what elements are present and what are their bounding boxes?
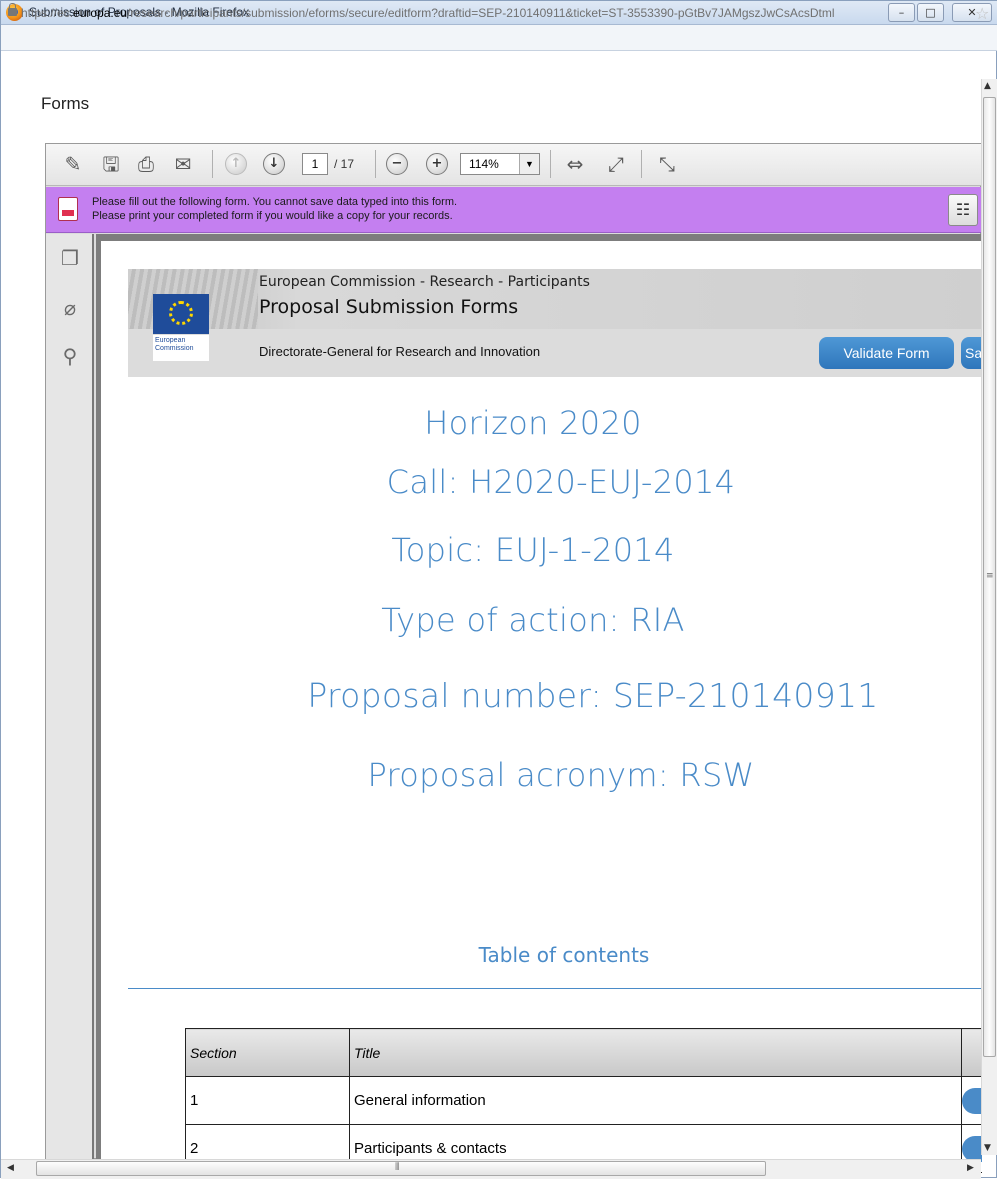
url-path: /research/participants/submission/eforms… bbox=[127, 6, 835, 20]
topic-heading: Topic: EUJ-1-2014 bbox=[391, 531, 675, 569]
url-domain: europa.eu bbox=[73, 6, 128, 20]
zoom-select[interactable]: 114% ▼ bbox=[460, 153, 540, 175]
search-icon[interactable]: ⚲ bbox=[58, 343, 82, 369]
show-section-button[interactable] bbox=[962, 1087, 982, 1114]
url-text[interactable]: https://ec.europa.eu/research/participan… bbox=[21, 6, 971, 20]
horizontal-scroll-thumb[interactable] bbox=[36, 1161, 766, 1176]
toolbar-separator bbox=[550, 150, 551, 178]
url-prefix: https://ec. bbox=[21, 6, 74, 20]
prev-page-icon[interactable]: ↑ bbox=[225, 153, 247, 175]
zoom-value: 114% bbox=[469, 157, 499, 171]
table-header-row: Section Title bbox=[185, 1028, 982, 1077]
lock-icon bbox=[8, 3, 17, 16]
ec-logo-text: European Commission bbox=[153, 335, 209, 361]
fullscreen-icon[interactable]: ⤡ bbox=[655, 151, 679, 177]
toc-table: Section Title 1 General information 2 Pa… bbox=[185, 1028, 982, 1173]
column-header-title: Title bbox=[349, 1028, 962, 1077]
proposal-number-heading: Proposal number: SEP-210140911 bbox=[307, 676, 879, 715]
next-page-icon[interactable]: ↓ bbox=[263, 153, 285, 175]
toolbar-separator bbox=[375, 150, 376, 178]
notice-line-1: Please fill out the following form. You … bbox=[92, 196, 458, 208]
page-title: Forms bbox=[41, 94, 90, 113]
save-form-button[interactable]: Save bbox=[961, 337, 981, 369]
zoom-out-icon[interactable]: − bbox=[386, 153, 408, 175]
scroll-grip-icon: ⦀ bbox=[395, 1162, 400, 1173]
scroll-down-icon[interactable]: ▼ bbox=[984, 1143, 991, 1153]
org-line: European Commission - Research - Partici… bbox=[259, 274, 590, 290]
section-cell: 1 bbox=[185, 1076, 350, 1125]
highlight-fields-icon[interactable]: ☷ bbox=[948, 194, 978, 226]
browser-window: Submission of Proposals - Mozilla Firefo… bbox=[0, 0, 997, 1179]
action-type-heading: Type of action: RIA bbox=[381, 601, 685, 639]
column-header-action bbox=[961, 1028, 982, 1077]
toolbar-separator bbox=[641, 150, 642, 178]
scroll-grip-icon: ≡ bbox=[986, 571, 994, 581]
validate-form-button[interactable]: Validate Form bbox=[819, 337, 954, 369]
proposal-acronym-heading: Proposal acronym: RSW bbox=[367, 756, 755, 794]
table-row: 1 General information bbox=[185, 1076, 982, 1125]
eu-stars-icon bbox=[169, 301, 193, 325]
edit-icon[interactable]: ✎ bbox=[61, 151, 85, 177]
column-header-section: Section bbox=[185, 1028, 350, 1077]
pdf-side-panel bbox=[46, 234, 94, 1159]
programme-heading: Horizon 2020 bbox=[424, 404, 642, 442]
scroll-left-icon[interactable]: ◀ bbox=[7, 1163, 14, 1173]
notice-text: Please fill out the following form. You … bbox=[92, 195, 457, 223]
scroll-right-icon[interactable]: ▶ bbox=[967, 1163, 974, 1173]
call-heading: Call: H2020-EUJ-2014 bbox=[386, 463, 736, 501]
form-title: Proposal Submission Forms bbox=[259, 296, 519, 318]
action-cell[interactable] bbox=[961, 1076, 982, 1125]
chevron-down-icon[interactable]: ▼ bbox=[519, 154, 539, 174]
title-cell: General information bbox=[349, 1076, 962, 1125]
show-section-button[interactable] bbox=[962, 1135, 982, 1162]
pdf-form-icon bbox=[58, 197, 78, 221]
toc-divider bbox=[128, 988, 981, 989]
bookmark-star-icon[interactable]: ☆ bbox=[975, 4, 989, 23]
toolbar-separator bbox=[212, 150, 213, 178]
zoom-in-icon[interactable]: + bbox=[426, 153, 448, 175]
save-icon[interactable]: 🖫 bbox=[99, 151, 123, 177]
directorate-line: Directorate-General for Research and Inn… bbox=[259, 344, 541, 359]
notice-line-2: Please print your completed form if you … bbox=[92, 210, 453, 222]
attachment-icon[interactable]: ⌀ bbox=[58, 295, 82, 321]
scroll-up-icon[interactable]: ▲ bbox=[984, 81, 991, 91]
address-bar[interactable] bbox=[1, 25, 997, 51]
print-icon[interactable]: ⎙ bbox=[134, 151, 158, 177]
pages-icon[interactable]: ❐ bbox=[58, 245, 82, 271]
fit-width-icon[interactable]: ⇔ bbox=[563, 151, 587, 177]
email-icon[interactable]: ✉ bbox=[171, 151, 195, 177]
page-total: / 17 bbox=[334, 157, 355, 171]
toc-title: Table of contents bbox=[478, 943, 650, 967]
fit-page-icon[interactable]: ⤢ bbox=[604, 151, 628, 177]
page-number-input[interactable]: 1 bbox=[302, 153, 328, 175]
